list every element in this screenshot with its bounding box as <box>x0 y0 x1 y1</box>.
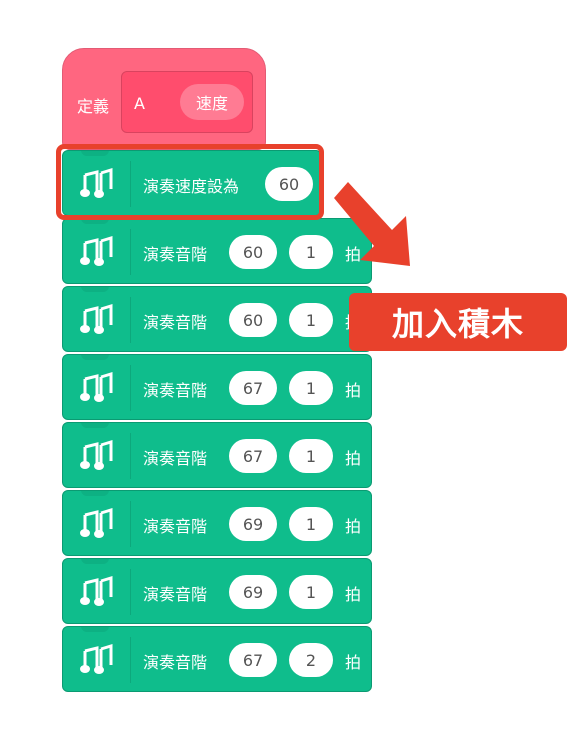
block-divider <box>130 501 131 547</box>
note-label: 演奏音階 <box>143 653 208 672</box>
arrow-down-right-icon <box>334 182 410 266</box>
play-note-block[interactable]: 演奏音階 60 1 拍 <box>62 286 372 352</box>
note-label: 演奏音階 <box>143 313 208 332</box>
note-input[interactable]: 60 <box>229 235 277 269</box>
beats-suffix: 拍 <box>345 585 362 604</box>
beats-input[interactable]: 1 <box>289 235 333 269</box>
beats-input[interactable]: 1 <box>289 303 333 337</box>
beats-input[interactable]: 1 <box>289 371 333 405</box>
music-note-icon <box>80 643 113 674</box>
block-divider <box>130 433 131 479</box>
music-note-icon <box>80 371 113 402</box>
tempo-block-highlight <box>56 144 324 220</box>
block-divider <box>130 297 131 343</box>
play-note-block[interactable]: 演奏音階 67 2 拍 <box>62 626 372 692</box>
beats-input[interactable]: 1 <box>289 507 333 541</box>
music-note-icon <box>80 575 113 606</box>
music-note-icon <box>80 235 113 266</box>
note-input[interactable]: 69 <box>229 507 277 541</box>
beats-suffix: 拍 <box>345 381 362 400</box>
block-divider <box>130 229 131 275</box>
beats-input[interactable]: 1 <box>289 439 333 473</box>
play-note-block[interactable]: 演奏音階 67 1 拍 <box>62 354 372 420</box>
music-note-icon <box>80 507 113 538</box>
play-note-block[interactable]: 演奏音階 69 1 拍 <box>62 558 372 624</box>
block-divider <box>130 569 131 615</box>
play-note-block[interactable]: 演奏音階 69 1 拍 <box>62 490 372 556</box>
music-block-stack: 演奏速度設為 60 演奏音階 60 1 拍 演奏音階 60 1 拍 <box>62 150 372 694</box>
beats-input[interactable]: 1 <box>289 575 333 609</box>
param-reporter[interactable]: 速度 <box>180 84 244 120</box>
beats-input[interactable]: 2 <box>289 643 333 677</box>
note-input[interactable]: 69 <box>229 575 277 609</box>
note-label: 演奏音階 <box>143 517 208 536</box>
note-label: 演奏音階 <box>143 449 208 468</box>
beats-suffix: 拍 <box>345 449 362 468</box>
note-input[interactable]: 67 <box>229 371 277 405</box>
note-label: 演奏音階 <box>143 245 208 264</box>
music-note-icon <box>80 303 113 334</box>
beats-suffix: 拍 <box>345 653 362 672</box>
note-input[interactable]: 60 <box>229 303 277 337</box>
play-note-block[interactable]: 演奏音階 67 1 拍 <box>62 422 372 488</box>
beats-suffix: 拍 <box>345 517 362 536</box>
define-label: 定義 <box>77 97 110 116</box>
music-note-icon <box>80 439 113 470</box>
play-note-block[interactable]: 演奏音階 60 1 拍 <box>62 218 372 284</box>
note-input[interactable]: 67 <box>229 643 277 677</box>
note-label: 演奏音階 <box>143 381 208 400</box>
define-block[interactable]: 定義 A 速度 <box>62 48 266 150</box>
note-label: 演奏音階 <box>143 585 208 604</box>
block-divider <box>130 365 131 411</box>
note-input[interactable]: 67 <box>229 439 277 473</box>
procedure-name: A <box>134 94 145 113</box>
block-divider <box>130 637 131 683</box>
add-block-callout: 加入積木 <box>349 293 567 351</box>
define-prototype[interactable]: A 速度 <box>121 71 253 133</box>
